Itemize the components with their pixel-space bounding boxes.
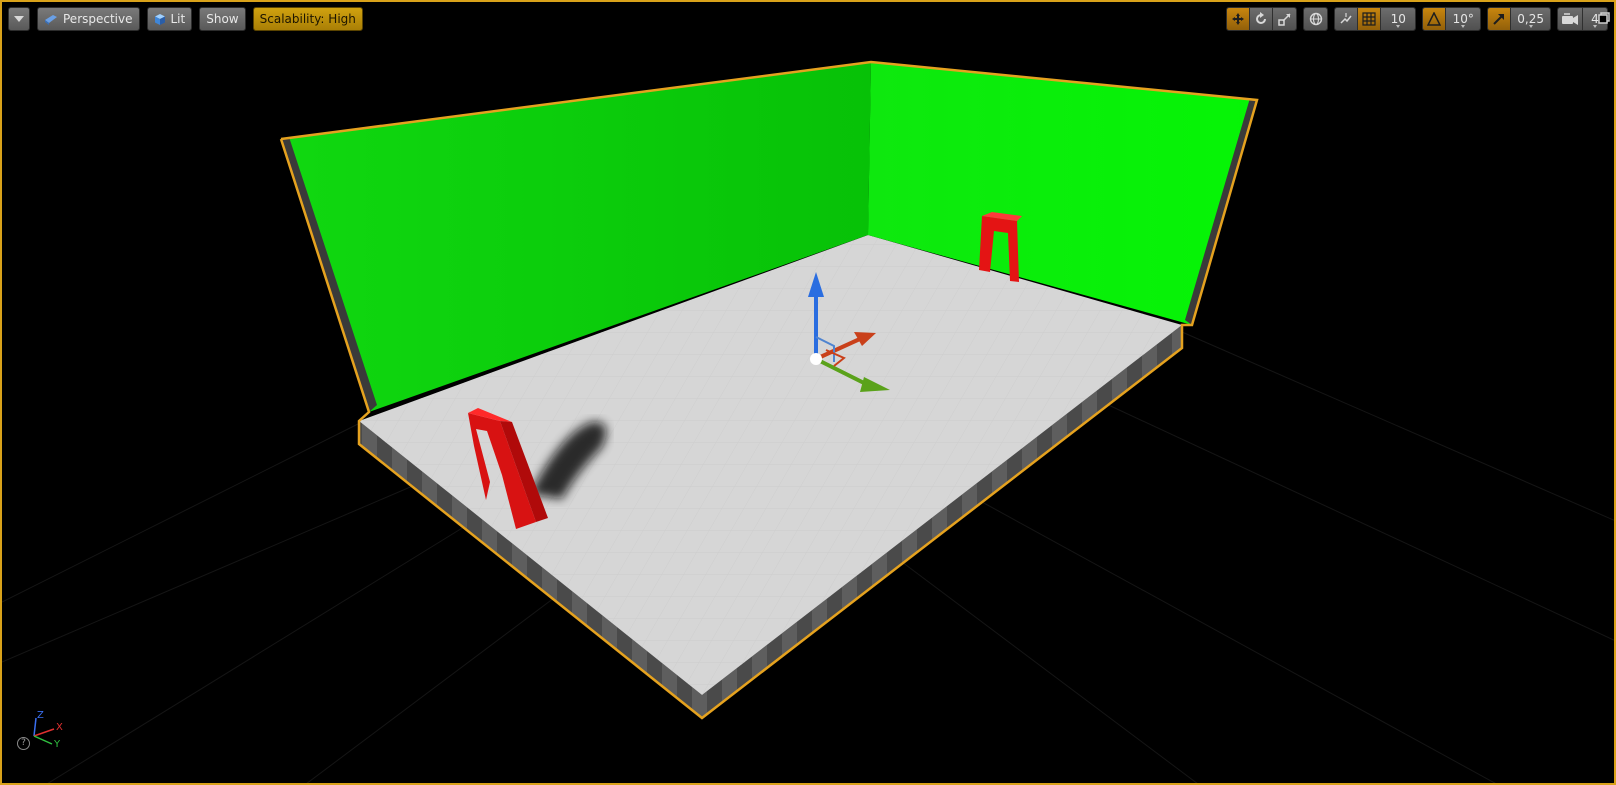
scalability-label: Scalability: High <box>259 12 356 26</box>
lit-cube-icon <box>154 13 165 25</box>
rotation-snap-toggle[interactable] <box>1423 8 1447 30</box>
rotate-mode-button[interactable] <box>1250 8 1274 30</box>
camera-icon <box>1562 13 1578 25</box>
viewport-options-button[interactable] <box>8 7 30 31</box>
angle-icon <box>1427 12 1442 26</box>
scale-snap-icon <box>1493 14 1505 25</box>
axis-orientation-icon: Z X Y <box>33 710 63 750</box>
maximize-icon[interactable] <box>1598 12 1610 24</box>
axis-y-label: Y <box>53 739 61 750</box>
world-space-button[interactable] <box>1304 8 1328 30</box>
move-arrows-icon <box>1232 13 1245 25</box>
level-viewport[interactable]: Perspective Lit Show Scalability: High 1… <box>0 0 1616 785</box>
perspective-icon <box>45 15 57 25</box>
surface-snap-button[interactable] <box>1335 8 1359 30</box>
camera-speed-button[interactable] <box>1558 8 1583 30</box>
axis-x-label: X <box>56 722 63 733</box>
axis-z-label: Z <box>37 710 44 721</box>
translate-mode-button[interactable] <box>1227 8 1251 30</box>
help-icon[interactable]: ? <box>17 737 30 750</box>
viewport-toolbar-right: 10 10° 0,25 4 <box>1226 7 1608 31</box>
grid-snap-value[interactable]: 10 <box>1381 8 1416 30</box>
scale-icon <box>1278 13 1291 26</box>
grid-snap-group: 10 <box>1334 7 1417 31</box>
scene-render[interactable] <box>2 2 1616 785</box>
perspective-label: Perspective <box>63 12 133 26</box>
rotate-icon <box>1256 12 1267 24</box>
coordinate-system-group <box>1303 7 1329 31</box>
scale-mode-button[interactable] <box>1273 8 1297 30</box>
show-button[interactable]: Show <box>199 7 246 31</box>
rotation-snap-value[interactable]: 10° <box>1446 8 1481 30</box>
grid-icon <box>1362 12 1376 26</box>
viewport-toolbar-left: Perspective Lit Show Scalability: High <box>8 7 363 31</box>
scale-snap-toggle[interactable] <box>1488 8 1512 30</box>
grid-snap-toggle[interactable] <box>1358 8 1382 30</box>
scale-snap-group: 0,25 <box>1487 7 1551 31</box>
scalability-warning-button[interactable]: Scalability: High <box>252 7 363 31</box>
rotation-snap-group: 10° <box>1422 7 1482 31</box>
lit-label: Lit <box>170 12 186 26</box>
transform-mode-group <box>1226 7 1298 31</box>
scale-snap-value[interactable]: 0,25 <box>1511 8 1550 30</box>
perspective-button[interactable]: Perspective <box>37 7 140 31</box>
show-label: Show <box>206 12 239 26</box>
view-mode-button[interactable]: Lit <box>146 7 193 31</box>
surface-snap-icon <box>1340 13 1352 24</box>
chevron-down-icon <box>14 16 24 22</box>
globe-icon <box>1309 12 1322 26</box>
